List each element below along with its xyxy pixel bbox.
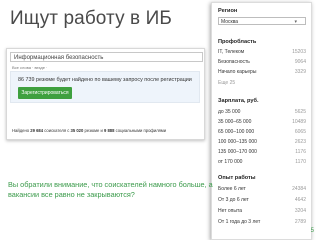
search-options[interactable]: Все слова · везде · <box>12 65 47 70</box>
salary-item-label: 135 000–170 000 <box>218 149 257 155</box>
exp-item-count: 24384 <box>292 186 306 192</box>
results-prefix: Найдено <box>12 128 30 133</box>
results-text-1: соискателя с <box>44 128 70 133</box>
prof-more-link[interactable]: Еще 25 <box>218 80 235 86</box>
salary-item-label: от 170 000 <box>218 159 243 165</box>
filter-panel: Регион Москва ▾ Профобласть IT, Телеком 1… <box>211 2 312 240</box>
prof-title: Профобласть <box>218 39 257 45</box>
prof-item-count: 3329 <box>294 69 306 75</box>
exp-item-count: 3204 <box>294 208 306 214</box>
exp-item-label: Более 6 лет <box>218 186 246 192</box>
prof-item-label: IT, Телеком <box>218 49 245 55</box>
salary-title: Зарплата, руб. <box>218 98 259 104</box>
exp-item-label: Нет опыта <box>218 208 243 214</box>
salary-item-count: 2623 <box>294 139 306 145</box>
slide-title: Ищут работу в ИБ <box>10 8 172 29</box>
slide-caption: Вы обратили внимание, что соискателей на… <box>8 180 213 199</box>
prof-item-label: Безопасность <box>218 59 250 65</box>
results-text-2: резюме и <box>84 128 103 133</box>
exp-title: Опыт работы <box>218 175 256 181</box>
region-title: Регион <box>218 8 238 14</box>
promo-text: 86 739 резюме будет найдено по вашему за… <box>18 77 192 83</box>
registration-promo: 86 739 резюме будет найдено по вашему за… <box>10 71 200 103</box>
exp-item[interactable]: Более 6 лет 24384 <box>218 185 306 193</box>
salary-item[interactable]: 65 000–100 000 6065 <box>218 128 306 136</box>
exp-item[interactable]: От 3 до 6 лет 4642 <box>218 196 306 204</box>
prof-item-label: Начало карьеры <box>218 69 257 75</box>
salary-item[interactable]: до 35 000 5625 <box>218 108 306 116</box>
region-value: Москва <box>221 19 239 25</box>
salary-item-count: 6065 <box>294 129 306 135</box>
results-summary: Найдено 29 684 соискателя с 35 020 резюм… <box>12 128 166 133</box>
salary-item-label: 100 000–135 000 <box>218 139 257 145</box>
salary-item-label: 35 000–65 000 <box>218 119 252 125</box>
results-suffix: социальными профилями <box>115 128 167 133</box>
prof-item[interactable]: IT, Телеком 15203 <box>218 48 306 56</box>
salary-item[interactable]: 35 000–65 000 10489 <box>218 118 306 126</box>
exp-item-label: От 1 года до 3 лет <box>218 219 261 225</box>
salary-item-count: 1170 <box>295 159 306 165</box>
results-count-applicants: 29 684 <box>30 128 44 133</box>
salary-item[interactable]: 100 000–135 000 2623 <box>218 138 306 146</box>
salary-item-count: 1176 <box>295 149 306 155</box>
page-number: 5 <box>310 228 314 234</box>
exp-item[interactable]: Нет опыта 3204 <box>218 207 306 215</box>
exp-item-label: От 3 до 6 лет <box>218 197 249 203</box>
salary-item[interactable]: от 170 000 1170 <box>218 158 306 166</box>
region-select[interactable]: Москва ▾ <box>218 17 306 25</box>
salary-item-count: 10489 <box>292 119 306 125</box>
search-results-panel: Информационная безопасность Все слова · … <box>6 48 205 140</box>
chevron-down-icon: ▾ <box>294 19 297 25</box>
salary-item-label: до 35 000 <box>218 109 241 115</box>
salary-item[interactable]: 135 000–170 000 1176 <box>218 148 306 156</box>
register-button[interactable]: Зарегистрироваться <box>18 87 72 99</box>
exp-item[interactable]: От 1 года до 3 лет 2789 <box>218 218 306 226</box>
results-count-profiles: 9 888 <box>103 128 115 133</box>
results-count-resumes: 35 020 <box>70 128 84 133</box>
search-input[interactable]: Информационная безопасность <box>10 52 203 62</box>
prof-item[interactable]: Начало карьеры 3329 <box>218 68 306 76</box>
prof-item-count: 9064 <box>294 59 306 65</box>
exp-item-count: 4642 <box>294 197 306 203</box>
salary-item-label: 65 000–100 000 <box>218 129 255 135</box>
prof-item-count: 15203 <box>292 49 306 55</box>
prof-item[interactable]: Безопасность 9064 <box>218 58 306 66</box>
salary-item-count: 5625 <box>294 109 306 115</box>
exp-item-count: 2789 <box>294 219 306 225</box>
